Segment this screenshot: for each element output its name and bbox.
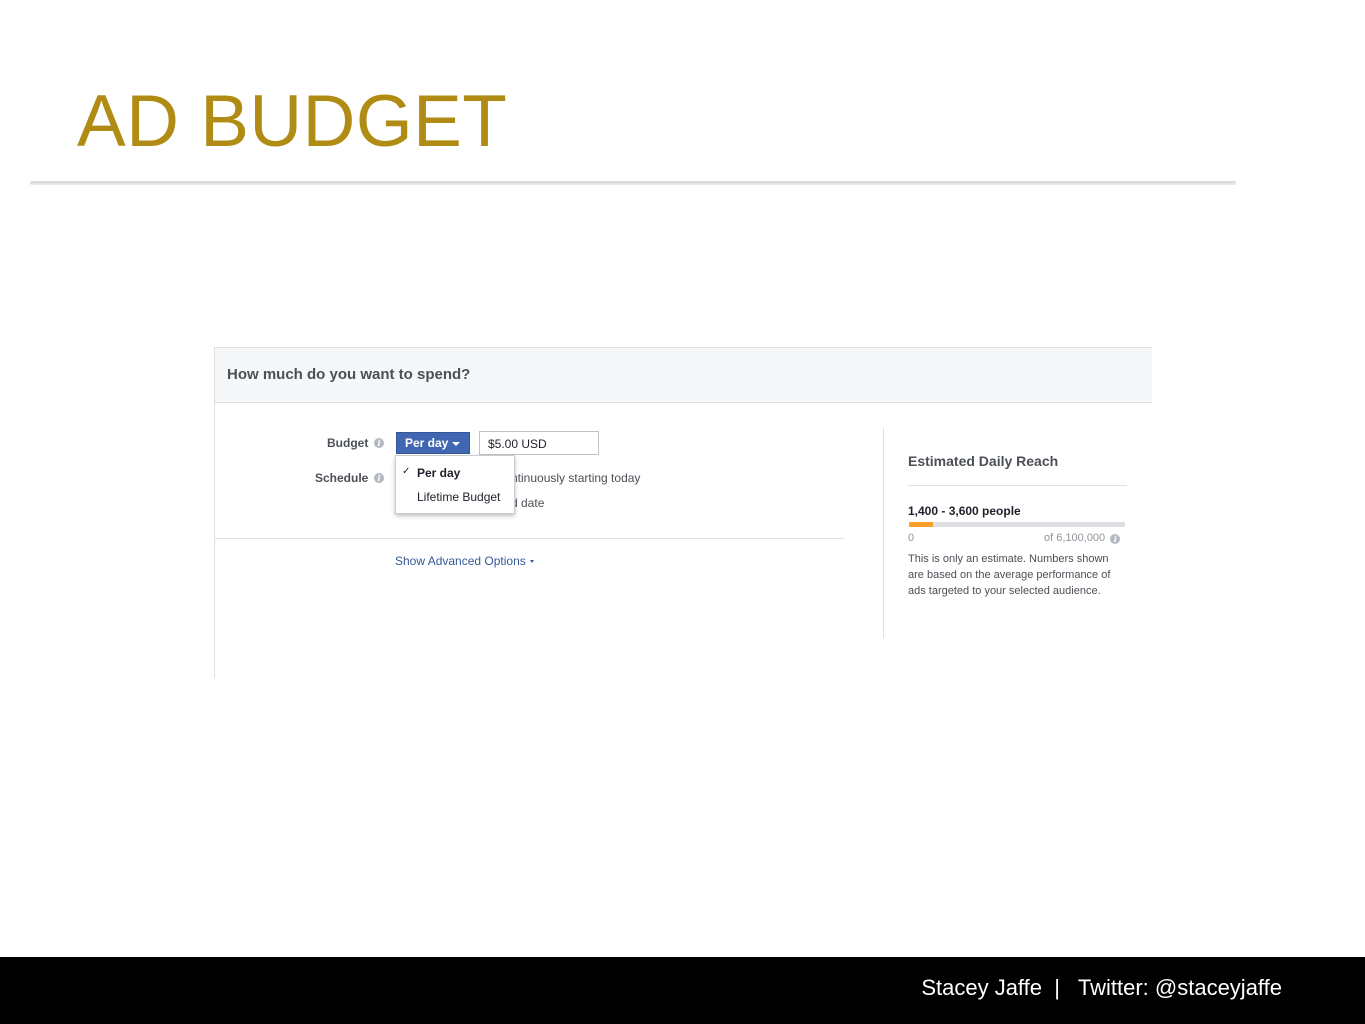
schedule-option-end-date[interactable]: d date <box>511 496 544 510</box>
reach-bar <box>909 522 1125 527</box>
footer-credit: Stacey Jaffe | Twitter: @staceyjaffe <box>921 975 1282 1000</box>
caret-down-icon <box>529 560 534 564</box>
section-divider <box>215 538 844 539</box>
budget-type-selected: Per day <box>405 436 449 450</box>
title-divider <box>30 181 1236 185</box>
budget-type-select[interactable]: Per day <box>396 432 470 454</box>
reach-bar-fill <box>909 522 933 527</box>
budget-label: Budget <box>327 436 369 450</box>
schedule-option-continuous[interactable]: ntinuously starting today <box>511 471 640 485</box>
schedule-info-icon[interactable]: i <box>374 473 384 483</box>
reach-divider <box>908 485 1127 486</box>
footer-bar: Stacey Jaffe | Twitter: @staceyjaffe <box>0 957 1365 1024</box>
reach-info-icon[interactable]: i <box>1110 534 1121 544</box>
column-divider <box>883 428 884 638</box>
dropdown-item-per-day[interactable]: Per day <box>417 466 460 480</box>
budget-panel: How much do you want to spend? Budget i … <box>214 347 1152 678</box>
reach-min-label: 0 <box>908 532 915 544</box>
advanced-options-label: Show Advanced Options <box>395 554 526 568</box>
panel-header-title: How much do you want to spend? <box>227 366 471 383</box>
panel-header: How much do you want to spend? <box>215 348 1152 403</box>
check-icon: ✓ <box>402 466 411 477</box>
reach-max-label: of 6,100,000 i <box>1044 532 1121 544</box>
show-advanced-options-link[interactable]: Show Advanced Options <box>395 554 534 568</box>
reach-note: This is only an estimate. Numbers shown … <box>908 553 1111 597</box>
reach-title: Estimated Daily Reach <box>908 453 1059 469</box>
caret-down-icon <box>452 442 460 446</box>
budget-info-icon[interactable]: i <box>374 438 384 448</box>
budget-type-dropdown: ✓ Per day Lifetime Budget <box>395 455 515 514</box>
budget-amount-input[interactable]: $5.00 USD <box>479 431 599 455</box>
reach-range: 1,400 - 3,600 people <box>908 504 1021 518</box>
reach-max-text: of 6,100,000 <box>1044 532 1106 544</box>
schedule-label: Schedule <box>315 471 369 485</box>
slide: AD BUDGET How much do you want to spend?… <box>0 0 1365 1024</box>
slide-title: AD BUDGET <box>77 81 508 162</box>
dropdown-item-lifetime-budget[interactable]: Lifetime Budget <box>417 490 500 504</box>
